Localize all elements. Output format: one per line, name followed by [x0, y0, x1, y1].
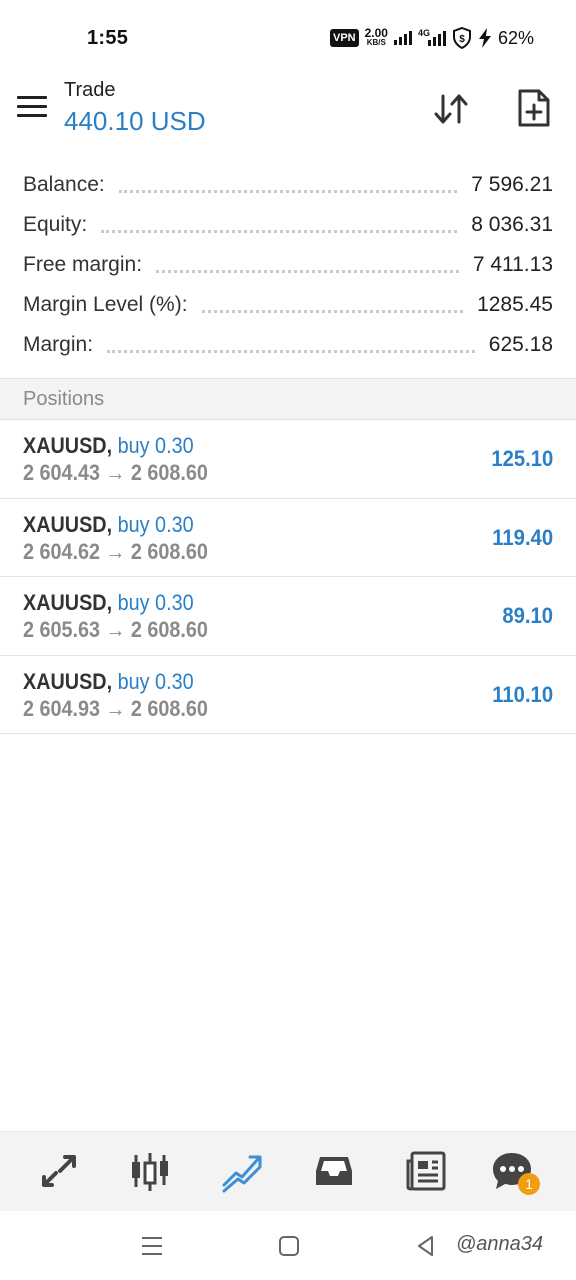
notification-badge: 1 [518, 1173, 540, 1195]
account-summary: Balance: 7 596.21 Equity: 8 036.31 Free … [0, 165, 576, 365]
account-value: 7 411.13 [472, 253, 553, 276]
charging-icon [478, 28, 491, 48]
position-profit: 125.10 [491, 446, 553, 471]
network-speed: 2.00 KB/S [364, 26, 388, 47]
account-row-free-margin: Free margin: 7 411.13 [0, 245, 576, 285]
chart-icon[interactable] [128, 1149, 172, 1193]
app-header: Trade 440.10 USD [0, 72, 576, 158]
dotted-leader [107, 349, 475, 353]
position-prices: 2 604.62 → 2 608.60 [23, 538, 208, 564]
account-label: Equity: [23, 213, 88, 236]
dotted-leader [156, 269, 459, 273]
position-side: buy 0.30 [117, 590, 194, 615]
account-row-equity: Equity: 8 036.31 [0, 205, 576, 245]
signal-icon [393, 31, 412, 45]
position-profit: 119.40 [492, 524, 553, 550]
position-row[interactable]: XAUUSD, buy 0.30 2 604.93 → 2 608.60 110… [0, 656, 576, 734]
bottom-navigation: 1 [0, 1131, 576, 1211]
account-value: 7 596.21 [471, 173, 553, 196]
position-symbol: XAUUSD, [23, 590, 113, 615]
page-title: Trade [64, 79, 116, 101]
status-bar: 1:55 VPN 2.00 KB/S 4G $ 62% [0, 0, 576, 72]
back-icon[interactable] [412, 1232, 440, 1260]
battery-level: 62% [497, 27, 534, 48]
sort-icon[interactable] [432, 90, 470, 128]
dotted-leader [118, 189, 458, 193]
trade-icon[interactable] [220, 1149, 264, 1193]
vpn-icon: VPN [329, 29, 359, 47]
mobile-data-icon: 4G [418, 28, 446, 46]
account-row-margin-level: Margin Level (%): 1285.45 [0, 285, 576, 325]
status-time: 1:55 [87, 27, 129, 49]
positions-section-header: Positions [0, 378, 576, 420]
profit-total: 440.10 USD [64, 106, 206, 136]
section-title: Positions [23, 388, 105, 410]
position-profit: 110.10 [492, 681, 553, 707]
system-navigation-bar: @anna34 [0, 1211, 576, 1280]
position-prices: 2 605.63 → 2 608.60 [23, 617, 208, 642]
quotes-icon[interactable] [36, 1149, 80, 1193]
position-side: buy 0.30 [117, 668, 194, 694]
position-profit: 89.10 [502, 603, 553, 628]
menu-icon[interactable] [17, 96, 47, 120]
account-row-margin: Margin: 625.18 [0, 325, 576, 365]
positions-list: XAUUSD, buy 0.30 2 604.43 → 2 608.60 125… [0, 420, 576, 734]
account-value: 1285.45 [477, 293, 553, 316]
position-symbol: XAUUSD, [23, 511, 113, 537]
new-order-icon[interactable] [515, 88, 553, 128]
svg-text:$: $ [459, 34, 465, 45]
home-icon[interactable] [275, 1232, 303, 1260]
position-row[interactable]: XAUUSD, buy 0.30 2 605.63 → 2 608.60 89.… [0, 577, 576, 656]
position-symbol: XAUUSD, [23, 668, 113, 694]
position-prices: 2 604.43 → 2 608.60 [23, 460, 208, 485]
recent-apps-icon[interactable] [138, 1232, 166, 1260]
watermark: @anna34 [456, 1233, 544, 1255]
account-label: Margin Level (%): [23, 293, 188, 316]
position-row[interactable]: XAUUSD, buy 0.30 2 604.62 → 2 608.60 119… [0, 499, 576, 577]
account-label: Margin: [23, 333, 94, 356]
news-icon[interactable] [404, 1149, 448, 1193]
history-icon[interactable] [312, 1149, 356, 1193]
account-label: Free margin: [23, 253, 143, 276]
account-row-balance: Balance: 7 596.21 [0, 165, 576, 205]
position-symbol: XAUUSD, [23, 433, 113, 458]
position-side: buy 0.30 [117, 433, 194, 458]
position-prices: 2 604.93 → 2 608.60 [23, 695, 208, 721]
chat-button[interactable]: 1 [490, 1149, 540, 1195]
account-value: 625.18 [488, 333, 553, 356]
dotted-leader [201, 309, 464, 313]
status-icons: VPN 2.00 KB/S 4G $ 62% [329, 26, 534, 50]
dotted-leader [101, 229, 458, 233]
account-value: 8 036.31 [471, 213, 553, 236]
shield-icon: $ [452, 27, 471, 49]
account-label: Balance: [23, 173, 105, 196]
position-side: buy 0.30 [117, 511, 194, 537]
position-row[interactable]: XAUUSD, buy 0.30 2 604.43 → 2 608.60 125… [0, 420, 576, 499]
